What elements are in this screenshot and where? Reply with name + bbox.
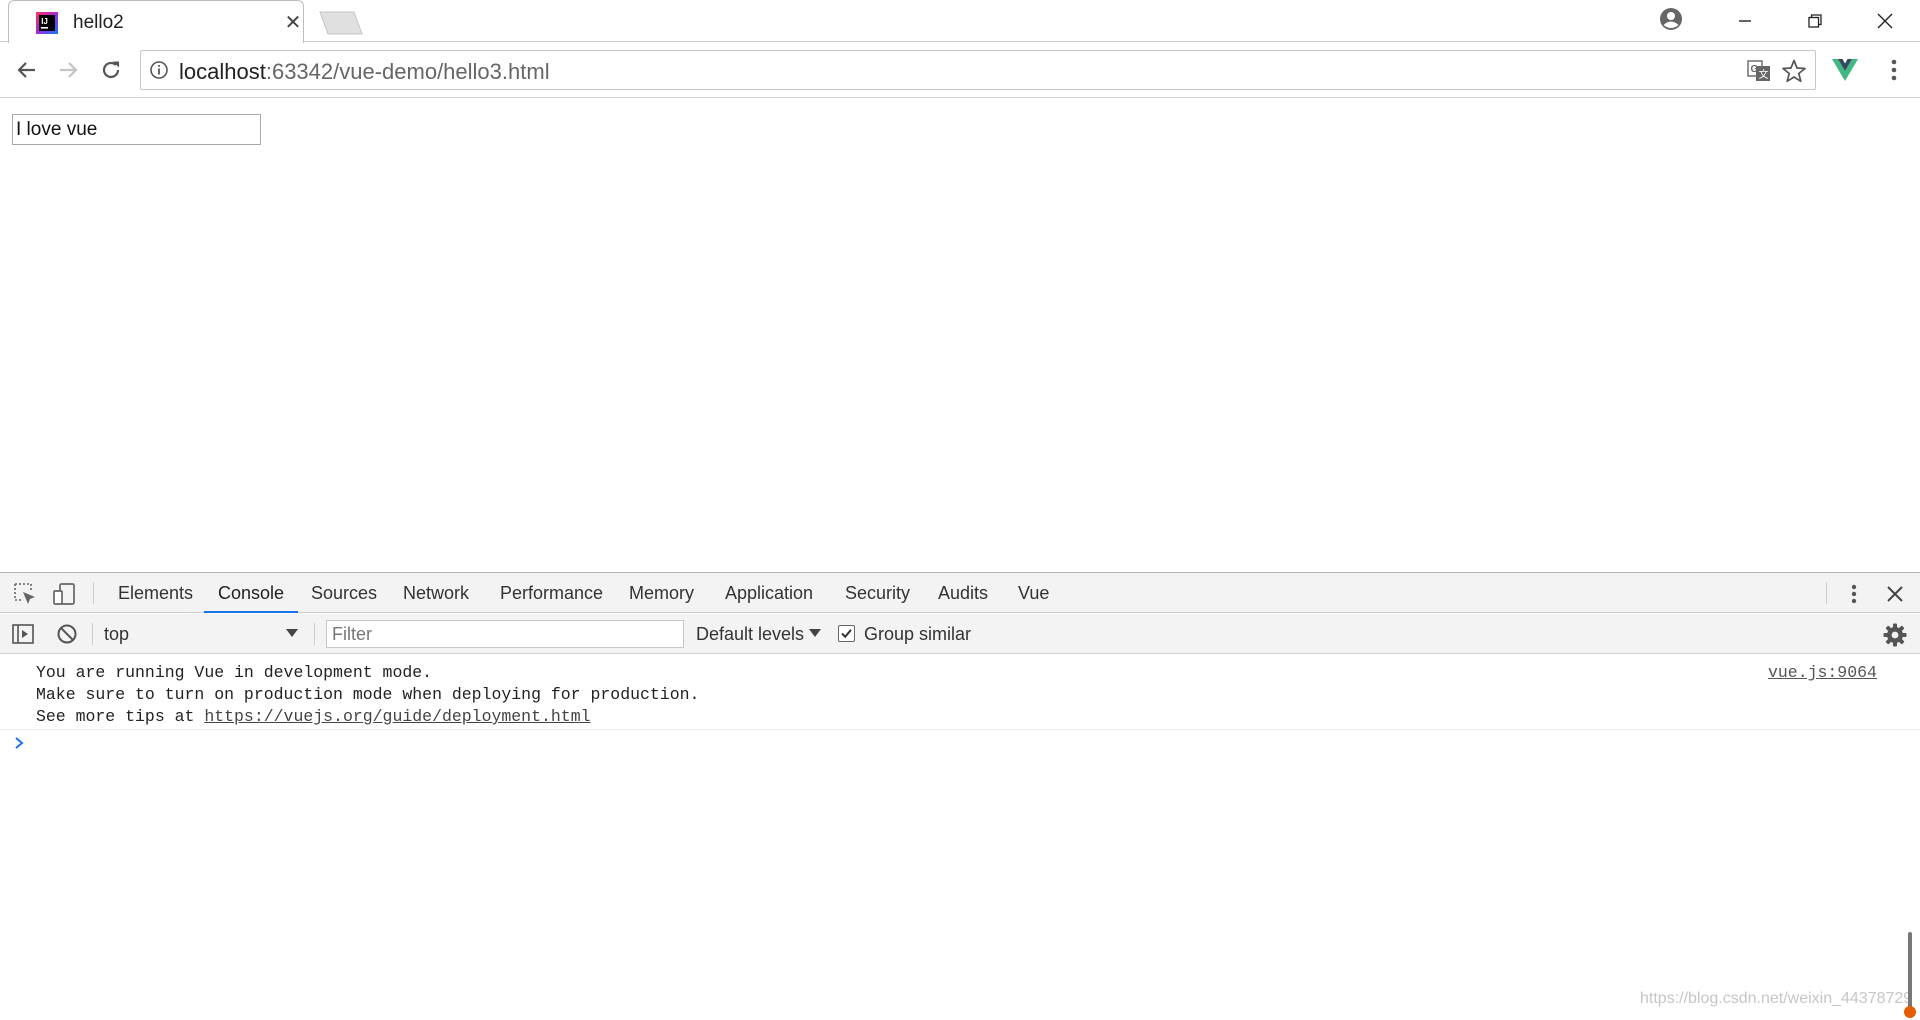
tab-title: hello2 [73,12,124,33]
translate-icon[interactable]: G 文 [1747,59,1771,83]
device-toolbar-icon[interactable] [52,581,78,607]
url-text: localhost:63342/vue-demo/hello3.html [179,59,550,85]
tab-strip: IJ hello2 ✕ [0,0,1920,43]
message-text: See more tips at [36,707,205,726]
close-icon[interactable] [1882,581,1908,607]
address-bar[interactable]: localhost:63342/vue-demo/hello3.html G 文 [140,50,1816,90]
dropdown-arrow-icon [286,629,298,637]
tab-network[interactable]: Network [403,573,469,613]
more-vert-icon[interactable] [1880,55,1908,85]
message-line: Make sure to turn on production mode whe… [36,685,700,704]
close-icon [1877,13,1893,29]
svg-text:IJ: IJ [41,17,48,26]
tab-memory[interactable]: Memory [629,573,694,613]
console-sidebar-icon[interactable] [10,621,36,647]
console-filter-bar: top Default levels Group similar [0,614,1920,654]
watermark-text: https://blog.csdn.net/weixin_44378729 [1640,990,1913,1007]
url-path: :63342/vue-demo/hello3.html [265,59,550,84]
deployment-link[interactable]: https://vuejs.org/guide/deployment.html [204,707,590,726]
console-output: You are running Vue in development mode.… [0,655,1920,1020]
minimize-button[interactable] [1710,0,1780,42]
message-input[interactable] [12,114,261,145]
context-select[interactable]: top [104,621,304,647]
tab-security[interactable]: Security [845,573,910,613]
reload-button[interactable] [96,55,126,85]
gear-icon[interactable] [1882,622,1908,648]
svg-text:G: G [1751,64,1759,75]
tab-close-icon[interactable]: ✕ [281,10,305,34]
info-icon[interactable] [149,60,169,80]
clear-console-icon[interactable] [54,621,80,647]
group-similar-checkbox[interactable] [838,625,855,642]
intellij-icon: IJ [36,12,58,34]
devtools-tab-bar: Elements Console Sources Network Perform… [0,573,1920,613]
toolbar-divider [314,623,315,645]
star-icon[interactable] [1781,58,1807,84]
message-line: You are running Vue in development mode. [36,663,433,682]
message-line: See more tips at https://vuejs.org/guide… [36,707,591,726]
group-similar-label: Group similar [864,624,972,644]
reload-icon [102,61,120,79]
vue-logo-icon[interactable] [1831,56,1859,84]
restore-button[interactable] [1780,0,1850,42]
dropdown-arrow-icon [809,629,821,637]
more-vert-icon[interactable] [1842,581,1866,607]
tab-elements[interactable]: Elements [118,573,193,613]
arrow-left-icon [17,62,35,78]
tab-audits[interactable]: Audits [938,573,988,613]
tab-performance[interactable]: Performance [500,573,603,613]
minimize-icon [1739,20,1751,22]
browser-toolbar: localhost:63342/vue-demo/hello3.html G 文 [0,43,1920,98]
close-window-button[interactable] [1850,0,1920,42]
browser-tab[interactable]: IJ hello2 ✕ [8,0,304,43]
tab-sources[interactable]: Sources [311,573,377,613]
new-tab-button[interactable] [316,11,364,35]
console-message: You are running Vue in development mode.… [0,655,1920,730]
scroll-thermometer-icon [1904,932,1916,1018]
checkmark-icon [841,629,852,639]
log-levels-select[interactable]: Default levels [696,621,804,647]
toolbar-divider [93,582,94,604]
inspect-element-icon[interactable] [12,581,38,607]
filter-input[interactable] [326,620,684,648]
message-source-link[interactable]: vue.js:9064 [1768,663,1877,682]
toolbar-divider [1826,582,1827,604]
browser-window: IJ hello2 ✕ localhost:63342/vue-demo/hel… [0,0,1920,1020]
toolbar-divider [92,623,93,645]
page-viewport [0,98,1920,572]
devtools-panel: Elements Console Sources Network Perform… [0,572,1920,1020]
tab-console[interactable]: Console [204,573,299,613]
arrow-right-icon [60,62,78,78]
svg-text:文: 文 [1759,68,1769,81]
forward-button[interactable] [53,55,83,85]
tab-vue[interactable]: Vue [1018,573,1049,613]
back-button[interactable] [12,55,42,85]
tab-application[interactable]: Application [725,573,813,613]
restore-icon [1808,14,1822,28]
profile-icon[interactable] [1658,6,1684,32]
console-prompt-icon[interactable] [12,736,26,750]
url-host: localhost [179,59,266,84]
